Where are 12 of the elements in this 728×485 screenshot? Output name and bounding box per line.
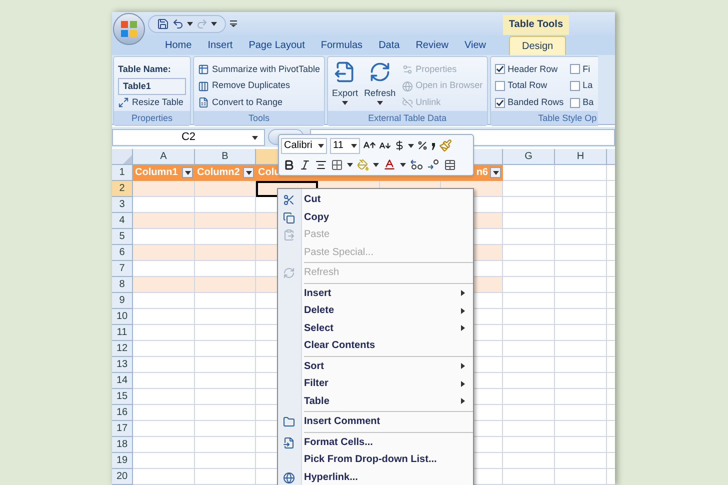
- table-name-label: Table Name:: [118, 63, 172, 76]
- name-box-value: C2: [181, 130, 196, 145]
- group-title: External Table Data: [328, 111, 487, 125]
- font-size: 11: [333, 139, 344, 153]
- group-title: Tools: [194, 111, 324, 125]
- group-title: Table Style Op: [490, 111, 598, 125]
- group-title: Properties: [114, 111, 190, 125]
- contextual-tab-label: Table Tools: [502, 15, 569, 35]
- column-name: Column2: [197, 166, 240, 180]
- column-name: Column1: [135, 166, 178, 180]
- font-name: Calibri: [284, 139, 312, 153]
- column-name: n6: [476, 166, 488, 180]
